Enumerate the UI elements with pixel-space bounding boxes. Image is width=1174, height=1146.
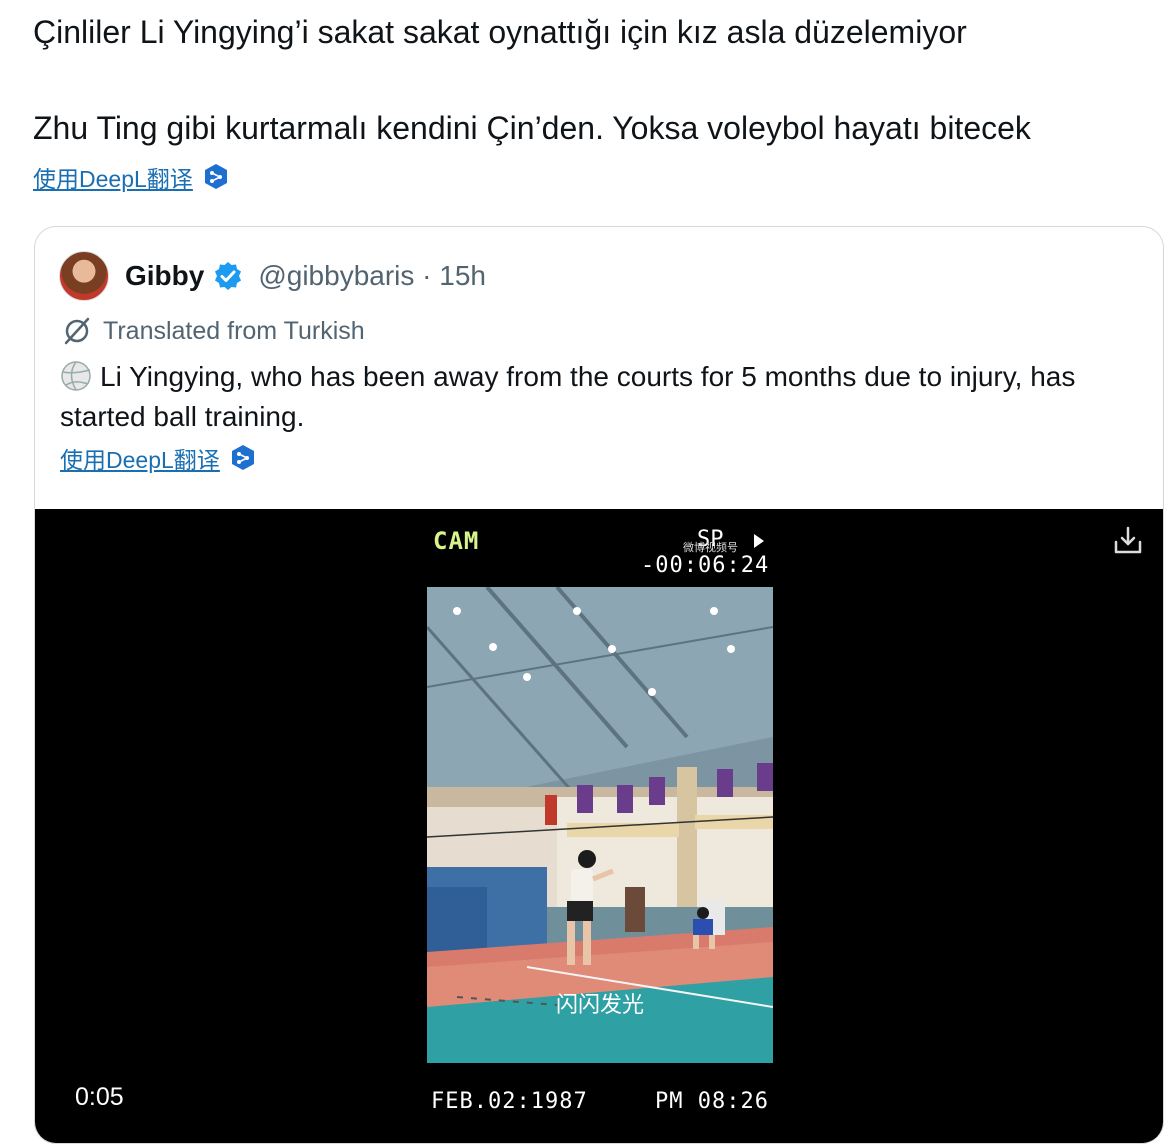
tweet-line-2: Zhu Ting gibi kurtarmalı kendini Çin’den… bbox=[33, 110, 1031, 146]
quoted-tweet-text: Li Yingying, who has been away from the … bbox=[60, 361, 1076, 432]
deepl-icon bbox=[231, 445, 254, 470]
download-icon[interactable] bbox=[1111, 523, 1145, 557]
translate-link-label[interactable]: 使用DeepL翻译 bbox=[33, 160, 193, 194]
translate-link[interactable]: 使用DeepL翻译 bbox=[33, 160, 229, 194]
tweet-text: Çinliler Li Yingying’i sakat sakat oynat… bbox=[33, 12, 1153, 148]
date-overlay: FEB.02:1987 bbox=[431, 1089, 588, 1114]
quoted-tweet-header: Gibby @gibbybaris · 15h bbox=[59, 251, 486, 301]
translated-from-label: Translated from Turkish bbox=[103, 316, 365, 345]
quote-translate-link-label[interactable]: 使用DeepL翻译 bbox=[60, 441, 220, 475]
quoted-tweet-body: Li Yingying, who has been away from the … bbox=[60, 357, 1145, 437]
author-name[interactable]: Gibby bbox=[125, 260, 204, 292]
volleyball-icon bbox=[61, 361, 91, 391]
elapsed-time: 0:05 bbox=[75, 1083, 124, 1111]
avatar[interactable] bbox=[59, 251, 109, 301]
video-player[interactable]: CAM SP 微博视频号 -00:06:24 闪闪发光 0:05 FEB.02:… bbox=[35, 509, 1163, 1143]
author-handle-time[interactable]: @gibbybaris · 15h bbox=[258, 260, 486, 292]
video-subtitle: 闪闪发光 bbox=[555, 993, 644, 1018]
time-overlay: PM 08:26 bbox=[655, 1089, 769, 1114]
play-indicator-icon bbox=[754, 534, 764, 548]
quoted-tweet-card[interactable]: Gibby @gibbybaris · 15h Translated from … bbox=[34, 226, 1164, 1144]
cam-overlay: CAM bbox=[433, 527, 480, 555]
timecode-overlay: -00:06:24 bbox=[641, 553, 770, 578]
quote-translate-link[interactable]: 使用DeepL翻译 bbox=[60, 441, 256, 475]
video-frame: 闪闪发光 bbox=[427, 587, 773, 1063]
translate-globe-icon bbox=[64, 317, 90, 345]
tweet-line-1: Çinliler Li Yingying’i sakat sakat oynat… bbox=[33, 14, 967, 50]
verified-badge-icon bbox=[215, 262, 242, 290]
translated-from-row: Translated from Turkish bbox=[61, 315, 365, 347]
deepl-icon bbox=[204, 164, 227, 189]
